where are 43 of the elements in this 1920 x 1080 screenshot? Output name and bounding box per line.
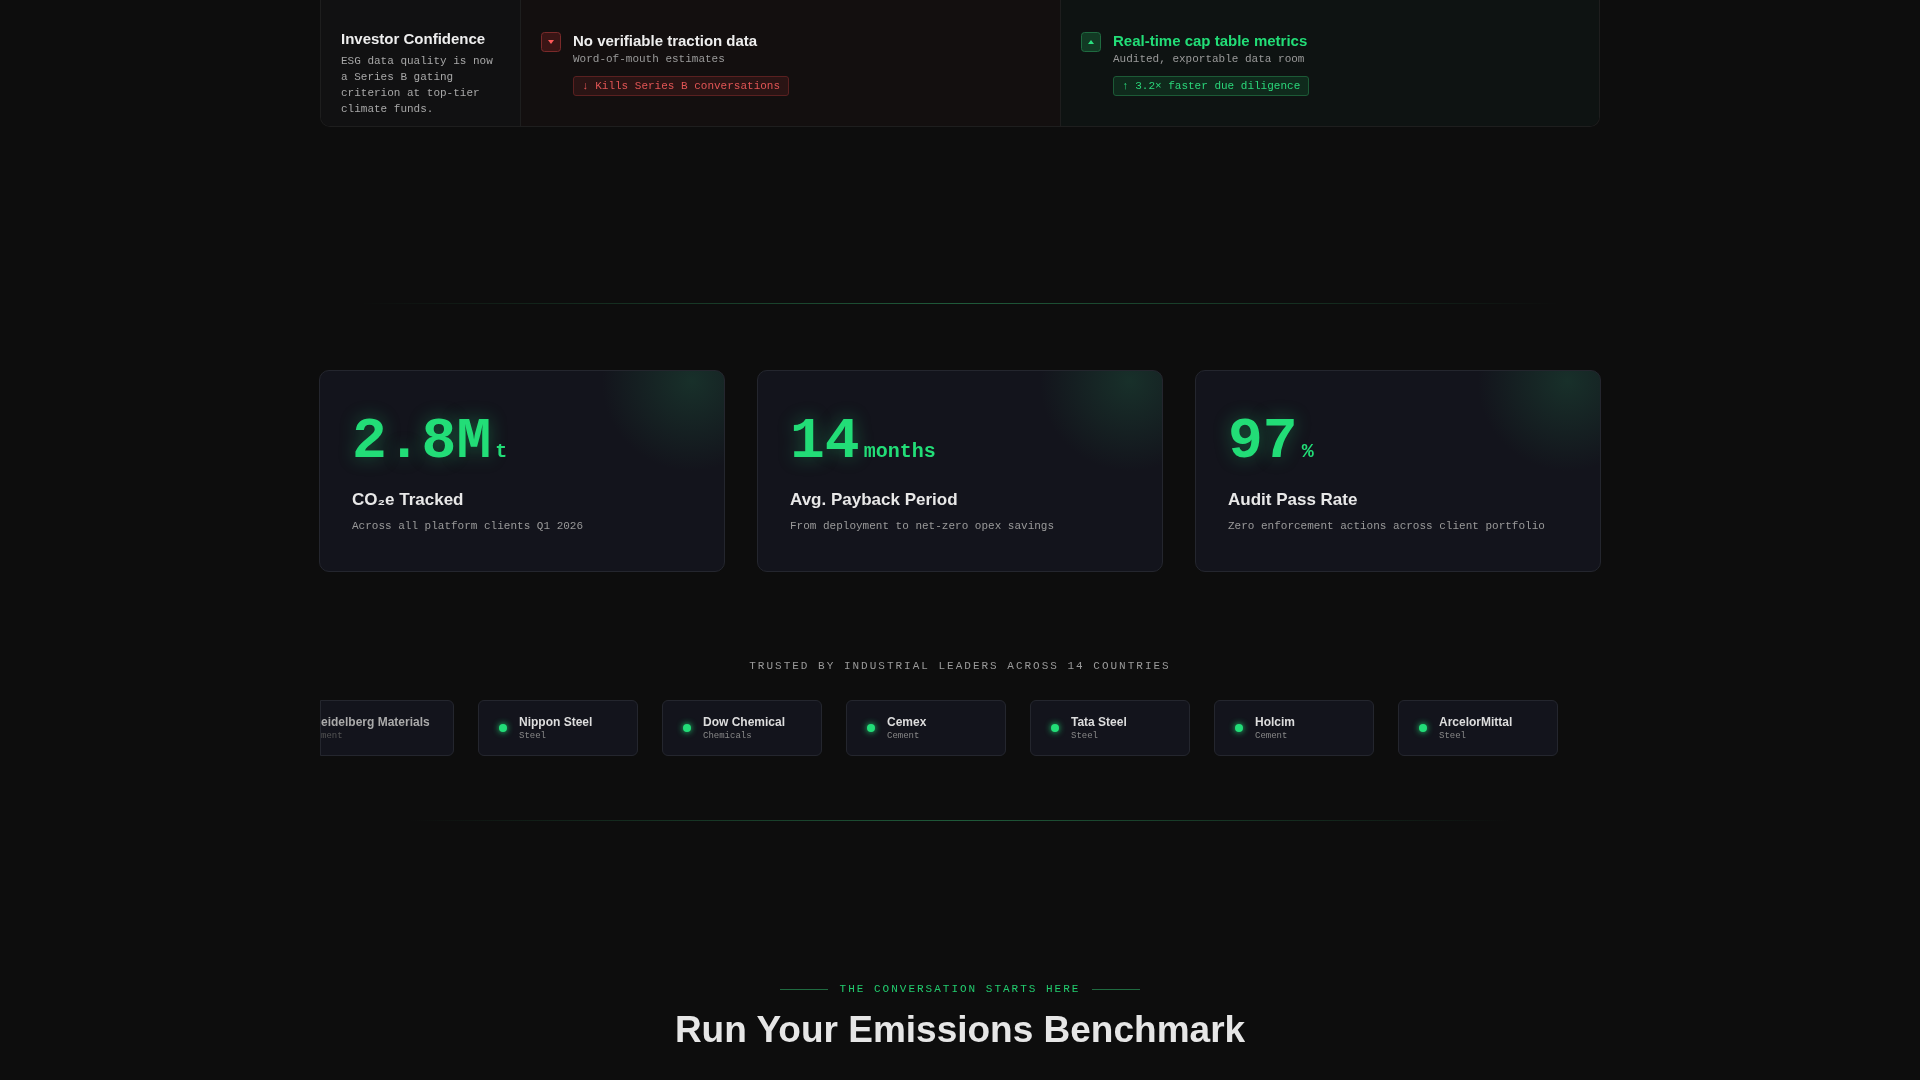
client-name: eidelberg Materials [321,715,430,729]
impact-tag: ↓ Kills Series B conversations [573,76,790,96]
comparison-title: Real-time cap table metrics [1113,32,1309,49]
stat-unit: months [863,440,936,463]
stat-description: From deployment to net-zero opex savings [790,520,1056,532]
row-description: ESG data quality is now a Series B gating criterion at top-tier climate funds. [341,54,494,117]
stat-title: Audit Pass Rate [1228,490,1359,510]
client-sector: Steel [1439,731,1467,741]
section-eyebrow: THE CONVERSATION STARTS HERE [839,983,1081,995]
client-name: Tata Steel [1071,715,1127,729]
comparison-subtitle: Audited, exportable data room [1113,53,1306,65]
stat-unit: t [495,440,508,463]
client-sector: Steel [1071,731,1099,741]
status-dot-icon [1051,724,1059,732]
section-heading: Run Your Emissions Benchmark [674,1009,1246,1051]
stat-title: CO₂e Tracked [352,490,465,510]
stat-title: Avg. Payback Period [790,490,959,510]
client-name: Holcim [1255,715,1295,729]
client-sector: ment [321,731,344,741]
client-name: Dow Chemical [703,715,786,729]
client-name: Cemex [887,715,927,729]
row-title: Investor Confidence [341,30,487,47]
status-dot-icon [1419,724,1427,732]
status-dot-icon [499,724,507,732]
status-dot-icon [1235,724,1243,732]
client-sector: Cement [1255,731,1289,741]
trusted-heading: TRUSTED BY INDUSTRIAL LEADERS ACROSS 14 COUNTRIES [749,660,1171,672]
client-sector: Chemicals [703,731,753,741]
status-dot-icon [683,724,691,732]
impact-tag: ↑ 3.2× faster due diligence [1113,76,1310,96]
stat-value: 14 [790,409,860,474]
client-sector: Steel [519,731,547,741]
comparison-title: No verifiable traction data [573,32,759,49]
client-sector: Cement [887,731,921,741]
client-name: ArcelorMittal [1439,715,1513,729]
stat-value: 97 [1228,409,1298,474]
status-dot-icon [867,724,875,732]
stat-description: Across all platform clients Q1 2026 [352,520,585,532]
stat-description: Zero enforcement actions across client portfolio [1228,520,1546,532]
client-name: Nippon Steel [519,715,593,729]
stat-unit: % [1301,440,1314,463]
comparison-subtitle: Word-of-mouth estimates [573,53,726,65]
stat-value: 2.8M [352,409,492,474]
